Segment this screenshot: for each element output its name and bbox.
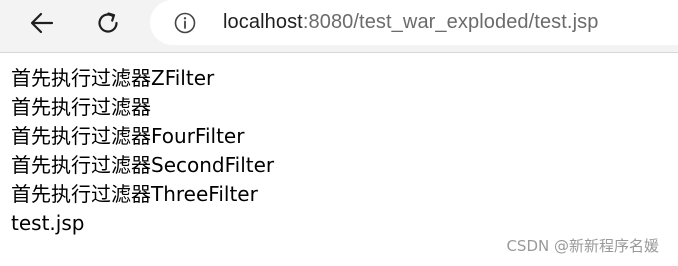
url-text[interactable]: localhost:8080/test_war_exploded/test.js… (223, 11, 598, 34)
output-line: test.jsp (11, 211, 85, 235)
output-line: 首先执行过滤器SecondFilter (11, 153, 275, 177)
reload-button[interactable] (90, 5, 126, 41)
url-path: :8080/test_war_exploded/test.jsp (302, 11, 599, 33)
page-content: 首先执行过滤器ZFilter 首先执行过滤器 首先执行过滤器FourFilter… (11, 64, 274, 238)
output-line: 首先执行过滤器ZFilter (11, 66, 215, 90)
arrow-left-icon (30, 12, 54, 34)
watermark: CSDN @新新程序名媛 (506, 237, 659, 255)
reload-icon (98, 12, 118, 33)
url-host: localhost (223, 11, 303, 33)
browser-toolbar: localhost:8080/test_war_exploded/test.js… (0, 0, 678, 53)
back-button[interactable] (24, 5, 60, 41)
output-line: 首先执行过滤器FourFilter (11, 124, 245, 148)
info-circle-icon[interactable] (174, 12, 196, 34)
output-line: 首先执行过滤器ThreeFilter (11, 182, 258, 206)
address-bar[interactable]: localhost:8080/test_war_exploded/test.js… (150, 0, 678, 45)
output-line: 首先执行过滤器 (11, 95, 151, 119)
